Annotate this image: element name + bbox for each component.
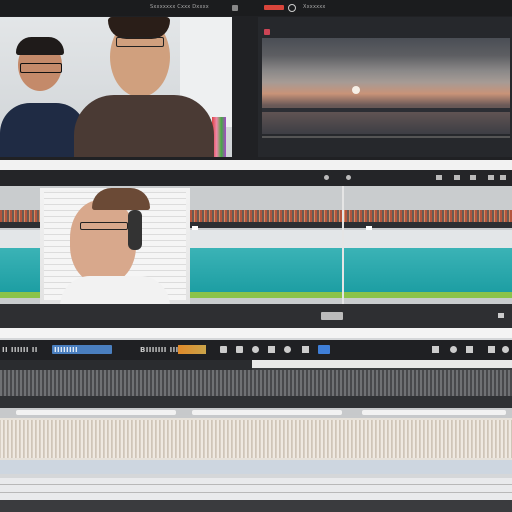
tool-icon[interactable] xyxy=(284,346,291,353)
glasses-icon xyxy=(80,222,128,230)
track-divider xyxy=(0,408,512,418)
timeline-footer xyxy=(0,304,512,328)
tool-icon[interactable] xyxy=(488,346,495,353)
horizon-line xyxy=(262,108,510,112)
tool-icon[interactable] xyxy=(466,346,473,353)
link-icon[interactable] xyxy=(318,345,330,354)
settings-icon[interactable] xyxy=(252,346,259,353)
dot-icon[interactable] xyxy=(346,175,351,180)
track-gap xyxy=(0,396,512,408)
colored-books xyxy=(212,117,226,157)
glasses-icon xyxy=(116,37,164,47)
preview-b-scrubber[interactable] xyxy=(262,136,510,138)
white-shirt xyxy=(60,276,170,304)
tool-icon[interactable] xyxy=(502,346,509,353)
timeline-toolbar xyxy=(0,170,512,186)
editor-toolbar: II IIIIII II IIIIIIII BIIIIIII IIIII xyxy=(0,340,512,360)
headset-icon xyxy=(128,210,142,250)
person-left-hair xyxy=(16,37,64,55)
audio-track[interactable] xyxy=(0,418,512,460)
empty-track-lane[interactable] xyxy=(0,478,512,500)
track-header xyxy=(0,360,252,370)
square-icon[interactable] xyxy=(470,175,476,180)
tool-icon[interactable] xyxy=(302,346,309,353)
sun-icon xyxy=(352,86,360,94)
tool-icon[interactable] xyxy=(432,346,439,353)
tool-icon[interactable] xyxy=(220,346,227,353)
audio-meter-icon xyxy=(178,345,206,354)
glasses-icon xyxy=(20,63,62,73)
video-clip-strip[interactable] xyxy=(0,370,512,396)
track-ruler xyxy=(252,360,512,368)
person-right-shirt xyxy=(74,95,214,157)
webcam-preview[interactable] xyxy=(0,17,232,157)
top-titlebar: Sxxxxxxx Cxxx Dxxxx Xxxxxxx xyxy=(0,0,512,16)
clip-handle[interactable] xyxy=(362,410,506,415)
audio-waveform xyxy=(0,420,512,458)
record-indicator-icon xyxy=(264,5,284,10)
lane-line xyxy=(0,484,512,485)
square-icon[interactable] xyxy=(498,313,504,318)
refresh-icon[interactable] xyxy=(288,4,296,12)
tool-icon[interactable] xyxy=(236,346,243,353)
playhead[interactable] xyxy=(342,186,344,304)
square-icon[interactable] xyxy=(436,175,442,180)
person-right-hair xyxy=(108,17,170,39)
panel-divider xyxy=(0,160,512,170)
editor-footer xyxy=(0,500,512,512)
toolbar-badge[interactable]: IIIIIIII xyxy=(52,345,112,354)
hair xyxy=(92,188,150,210)
marker-icon xyxy=(264,29,270,35)
dot-icon[interactable] xyxy=(324,175,329,180)
zoom-slider-icon[interactable] xyxy=(321,312,343,320)
video-track[interactable] xyxy=(0,360,512,408)
clip-handle[interactable] xyxy=(192,410,342,415)
window-title-left: Sxxxxxxx Cxxx Dxxxx xyxy=(150,4,209,10)
timeline-ruler[interactable] xyxy=(0,460,512,474)
square-icon[interactable] xyxy=(488,175,494,180)
clip-handle[interactable] xyxy=(16,410,176,415)
toolbar-left-label[interactable]: II IIIIII II xyxy=(2,346,38,354)
lane-line xyxy=(0,492,512,493)
tool-icon[interactable] xyxy=(450,346,457,353)
square-icon[interactable] xyxy=(500,175,506,180)
tool-icon[interactable] xyxy=(268,346,275,353)
panel-divider xyxy=(0,328,512,338)
square-icon[interactable] xyxy=(232,5,238,11)
square-icon[interactable] xyxy=(454,175,460,180)
cursor-icon xyxy=(192,226,198,230)
sunset-preview[interactable] xyxy=(262,38,510,134)
headset-clip[interactable] xyxy=(40,188,190,304)
window-title-right: Xxxxxxx xyxy=(303,4,326,10)
face xyxy=(70,200,136,284)
cursor-icon xyxy=(366,226,372,230)
